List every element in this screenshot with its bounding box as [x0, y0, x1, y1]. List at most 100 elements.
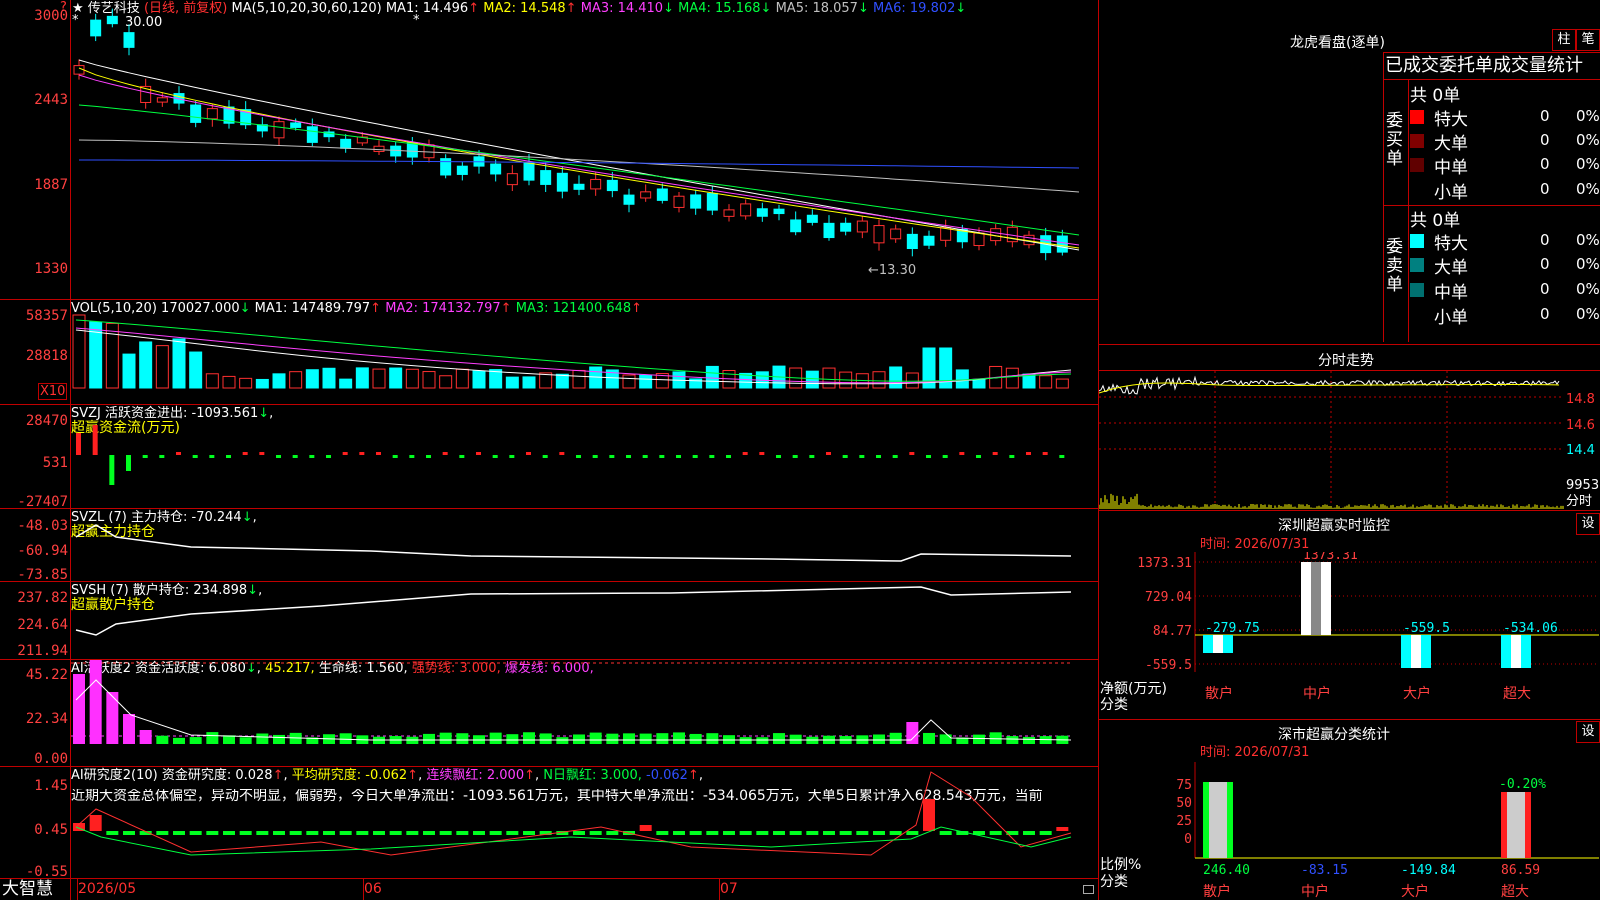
volume-bar [955, 369, 969, 389]
buy-row-pct: 0% [1576, 155, 1600, 173]
activity-bar [623, 733, 635, 744]
flow-bar [292, 455, 298, 458]
svzj-chart[interactable] [71, 405, 1098, 508]
flow-bar [509, 455, 515, 458]
monitor-value: -534.06 [1503, 621, 1558, 636]
settings-button[interactable]: 设 [1576, 721, 1600, 743]
monitor-bar-highlight [1213, 635, 1223, 653]
candle [90, 19, 102, 37]
flow-bar [192, 455, 198, 458]
svsh-chart[interactable] [71, 582, 1098, 659]
activity-bar [1023, 736, 1035, 744]
bar-view-button[interactable]: 柱 [1552, 29, 1576, 51]
research-bar [173, 831, 185, 835]
brand-logo[interactable]: 大智慧 [2, 880, 53, 899]
sell-row-pct: 0% [1576, 280, 1600, 298]
activity-bar [989, 732, 1002, 744]
volume-bar [255, 378, 269, 389]
ai1-axis-label: 45.22 [25, 667, 68, 683]
flow-bar [642, 455, 648, 458]
volume-bar [72, 314, 86, 389]
flow-bar [409, 455, 415, 458]
activity-bar [206, 732, 219, 744]
ai1-axis-label: 22.34 [25, 711, 68, 727]
swatch-medium-sell [1410, 283, 1424, 297]
flow-bar [576, 455, 581, 458]
sell-row-label: 中单 [1434, 283, 1468, 303]
monitor-time: 时间: 2026/07/31 [1200, 537, 1310, 552]
class-axis-label: 50 [1176, 796, 1192, 811]
volume-bar [422, 371, 436, 389]
ma1-line [78, 59, 1080, 251]
buy-row-label: 小单 [1434, 183, 1468, 203]
panel-divider [1098, 344, 1600, 345]
flow-bar [109, 455, 115, 485]
settings-button[interactable]: 设 [1576, 513, 1600, 535]
volume-bar [139, 341, 153, 389]
lock-icon[interactable] [1083, 885, 1094, 894]
class-axis-label: 0 [1184, 832, 1192, 847]
research-bar [639, 825, 652, 831]
class-category: 超大 [1501, 884, 1529, 900]
candle [906, 233, 918, 250]
candle [606, 179, 618, 192]
volume-bar [289, 371, 303, 389]
candle [373, 145, 385, 152]
activity-bar [639, 733, 652, 744]
order-stat-title: 已成交委托单成交量统计 [1385, 55, 1583, 76]
monitor-category: 大户 [1403, 685, 1431, 702]
research-bar [423, 831, 435, 835]
activity-bar [923, 732, 935, 744]
monitor-bar-highlight [1511, 635, 1521, 668]
panel-divider-vertical [1408, 79, 1409, 342]
candle [273, 121, 285, 139]
research-bar [739, 831, 752, 835]
buy-row-pct: 0% [1576, 131, 1600, 149]
price-chart[interactable] [71, 0, 1098, 299]
activity-bar [789, 734, 802, 744]
activity-bar [489, 732, 502, 744]
intraday-tab-label[interactable]: 分时 [1566, 494, 1592, 509]
volume-bar [455, 368, 469, 389]
volume-bar [339, 378, 353, 389]
class-value: 86.59 [1501, 863, 1540, 878]
flow-bar [176, 452, 181, 455]
flow-bar [726, 455, 731, 458]
research-bar [606, 831, 619, 835]
life-line [75, 679, 1072, 741]
ai1-chart[interactable] [71, 660, 1098, 766]
research-bar [89, 815, 102, 831]
flow-bar [592, 455, 598, 458]
ai2-axis-label: 0.45 [34, 822, 68, 838]
candle [890, 228, 902, 240]
sell-row-label: 小单 [1434, 308, 1468, 328]
research-bar [923, 799, 935, 831]
candle [823, 222, 835, 239]
flow-bar [376, 452, 381, 455]
activity-bar [706, 733, 719, 744]
activity-bar [573, 734, 585, 744]
monitor-xlabel: 分类 [1100, 697, 1128, 713]
activity-bar [506, 734, 519, 744]
class-bar-chart[interactable]: 75 50 25 0 -0.20% 246.40 散户 -83.15 中户 -149.84 大户 86… [1099, 762, 1600, 900]
activity-bar [539, 733, 552, 744]
sell-row-pct: 0% [1576, 305, 1600, 323]
candle [640, 191, 652, 199]
svzl-axis-label: -60.94 [17, 543, 68, 559]
volume-bar [322, 367, 336, 389]
tick-view-button[interactable]: 笔 [1576, 29, 1600, 51]
flow-bar [459, 455, 465, 458]
activity-bar [906, 722, 919, 744]
candle [856, 220, 868, 233]
activity-bar [673, 732, 685, 744]
intraday-volume-label: 9953 [1566, 478, 1600, 493]
monitor-bar-chart[interactable]: 1373.31 729.04 84.77 -559.5 -279.75 散户 1373.31… [1099, 552, 1600, 717]
intraday-price-label: 14.6 [1566, 418, 1595, 433]
activity-bar [689, 733, 702, 744]
volume-chart[interactable] [71, 300, 1098, 404]
flow-bar [692, 455, 698, 458]
svzl-chart[interactable] [71, 509, 1098, 581]
intraday-chart[interactable] [1099, 371, 1564, 509]
volume-bar [205, 373, 219, 389]
ai2-chart[interactable] [71, 767, 1098, 878]
